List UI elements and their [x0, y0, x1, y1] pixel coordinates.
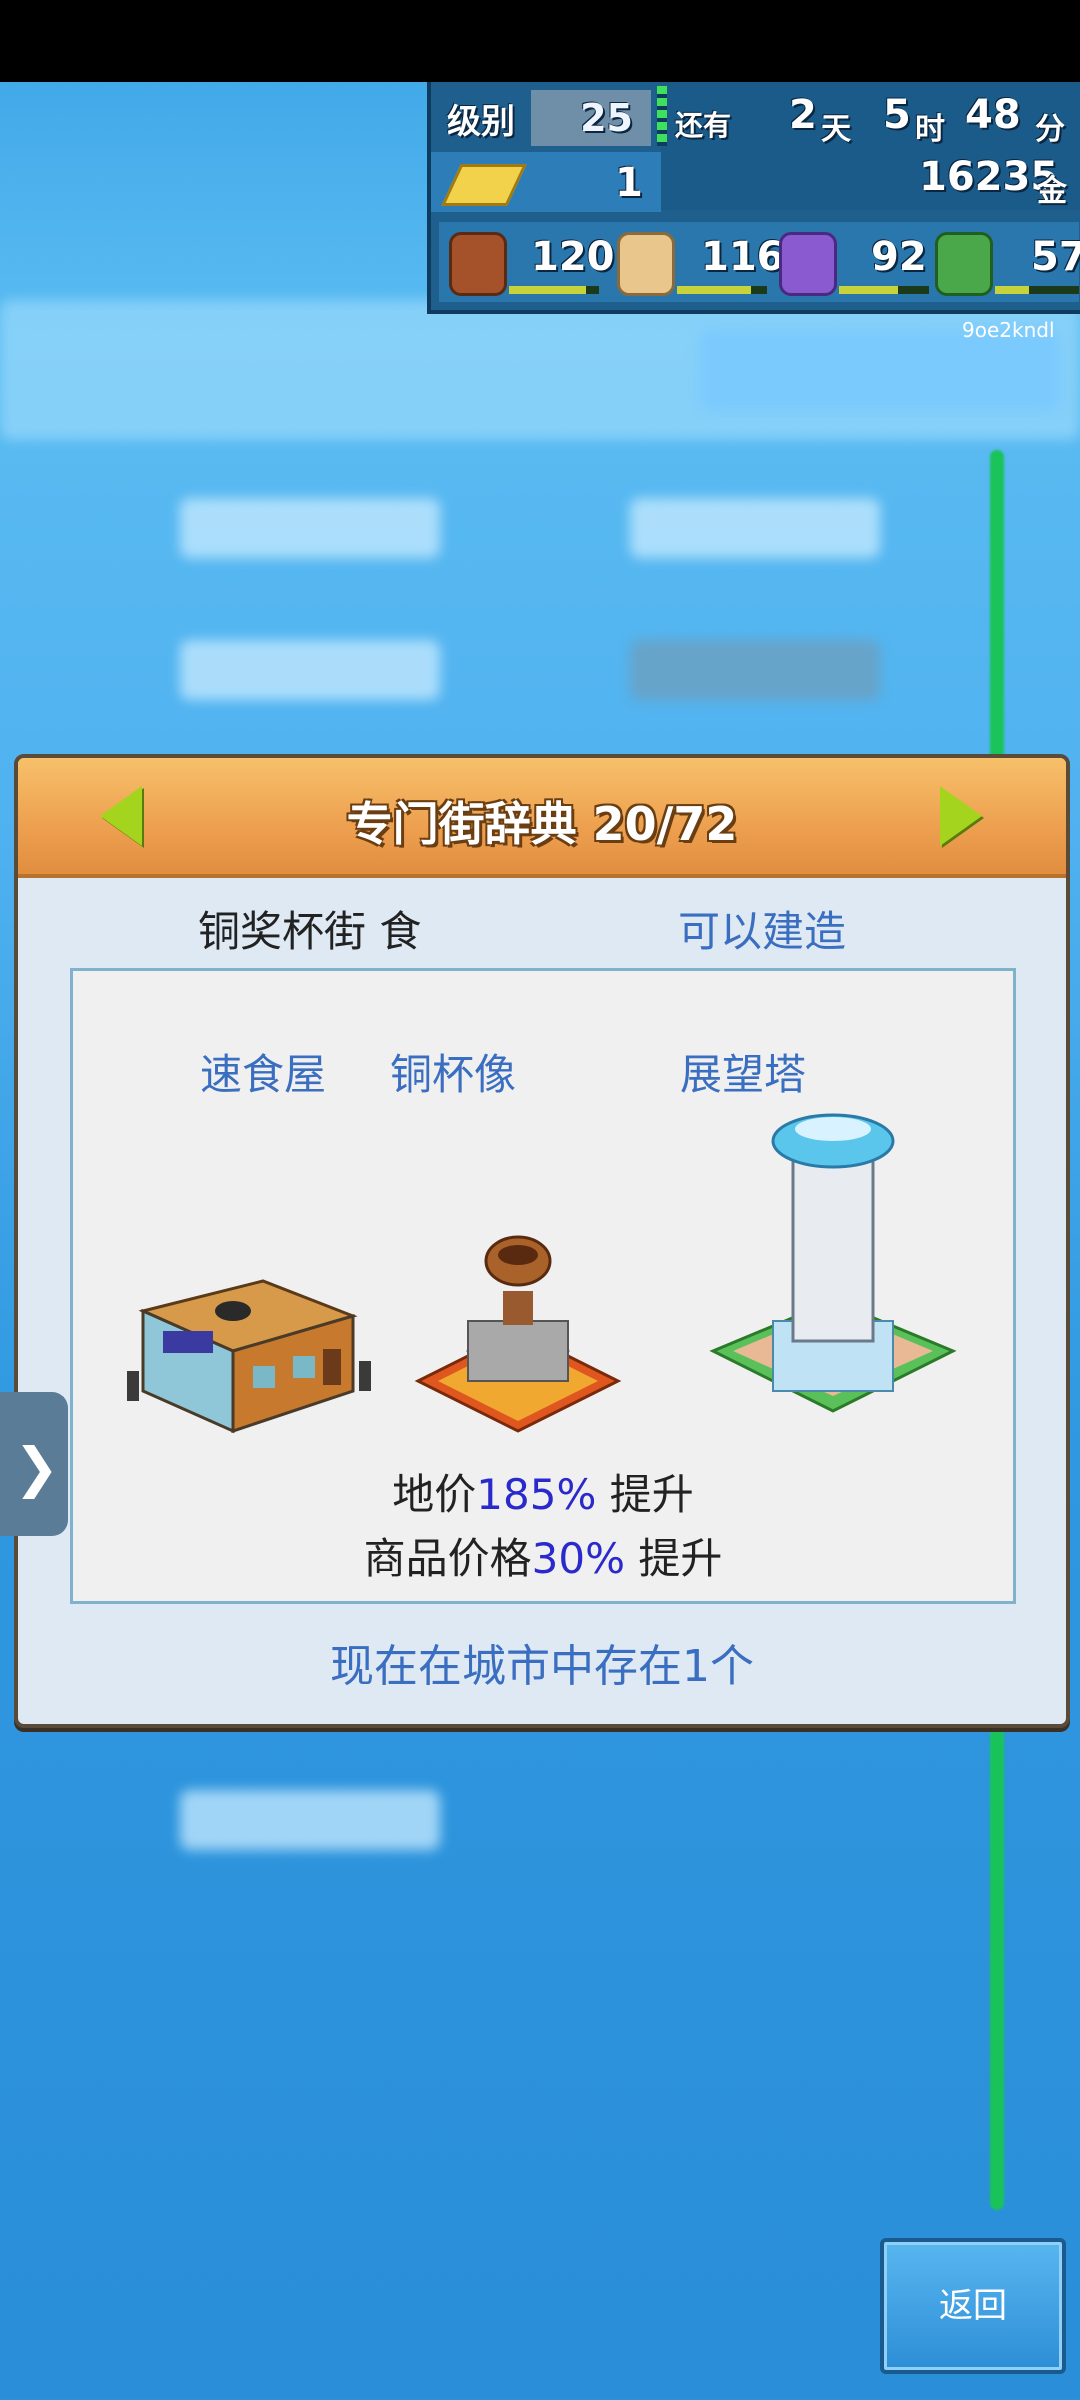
book-icon: [935, 232, 993, 296]
next-arrow-icon[interactable]: [940, 786, 982, 846]
effect-goods-price: 商品价格30% 提升: [73, 1525, 1013, 1586]
food-bar: [509, 286, 599, 294]
level-value: 25: [580, 96, 633, 140]
effect-land-prefix: 地价: [392, 1470, 477, 1519]
building-label-observation-tower: 展望塔: [679, 1050, 806, 1099]
time-indicator: [657, 86, 667, 146]
system-status-bar: [0, 0, 1080, 82]
background-card: [630, 640, 880, 700]
money-unit: 金: [1037, 174, 1067, 209]
fast-food-shop-icon: [127, 1279, 371, 1434]
build-status: 可以建造: [678, 907, 847, 956]
background-card: [180, 498, 440, 558]
background-card: [180, 640, 440, 700]
observation-tower-icon: [709, 1113, 957, 1413]
effect-goods-value: 30%: [531, 1534, 625, 1583]
book-value: 57: [1031, 234, 1080, 280]
background-card: [180, 1790, 440, 1850]
hours-unit: 时: [915, 112, 945, 147]
dialog-header: 专门街辞典 20/72: [18, 758, 1066, 878]
city-stats: 120 116 92 57: [439, 222, 1080, 302]
chevron-right-icon: ❯: [14, 1436, 60, 1499]
building-requirements-panel: 速食屋 铜杯像 展望塔 地价185% 提升 商品价格30% 提升: [70, 968, 1016, 1604]
back-button[interactable]: 返回: [880, 2238, 1066, 2374]
effect-land-value: 185%: [476, 1470, 597, 1519]
minutes-unit: 分: [1035, 112, 1065, 147]
food-icon: [449, 232, 507, 296]
goods-bar: [677, 286, 767, 294]
effect-goods-prefix: 商品价格: [363, 1534, 532, 1583]
remaining-label: 还有: [675, 109, 732, 142]
gold-row: 1: [431, 152, 661, 212]
street-dictionary-dialog: 专门街辞典 20/72 铜奖杯街 食 可以建造 速食屋 铜杯像 展望塔 地价18…: [14, 754, 1070, 1728]
level-box: 25: [531, 90, 651, 146]
side-drawer-toggle[interactable]: ❯: [0, 1392, 68, 1536]
bronze-trophy-statue-icon: [414, 1235, 622, 1433]
level-label: 级别: [447, 102, 515, 142]
hours-value: 5: [883, 92, 911, 138]
music-value: 92: [871, 234, 927, 280]
existing-count-text: 现在在城市中存在1个: [330, 1641, 754, 1692]
gold-bar-icon: [441, 164, 527, 206]
days-unit: 天: [821, 112, 851, 147]
background-card: [630, 498, 880, 558]
effect-land-suffix: 提升: [596, 1470, 694, 1519]
background-info-box: [700, 330, 1060, 410]
user-id: 9oe2kndl: [962, 318, 1055, 342]
goods-icon: [617, 232, 675, 296]
music-bar: [839, 286, 929, 294]
time-panel: 还有 2 天 5 时 48 分 16235 金: [661, 82, 1080, 210]
music-icon: [779, 232, 837, 296]
back-button-label: 返回: [939, 2286, 1007, 2326]
effect-goods-suffix: 提升: [625, 1534, 723, 1583]
days-value: 2: [789, 92, 817, 138]
building-label-bronze-statue: 铜杯像: [389, 1050, 516, 1099]
gold-bars-value: 1: [615, 160, 643, 206]
status-hud: 级别 25 还有 2 天 5 时 48 分 16235 金 1 120 116 …: [427, 82, 1080, 314]
minutes-value: 48: [965, 92, 1021, 138]
goods-value: 116: [701, 234, 785, 280]
street-name: 铜奖杯街 食: [198, 907, 422, 956]
effect-land-price: 地价185% 提升: [73, 1461, 1013, 1522]
book-bar: [995, 286, 1079, 294]
dialog-title: 专门街辞典 20/72: [346, 797, 738, 851]
food-value: 120: [531, 234, 615, 280]
